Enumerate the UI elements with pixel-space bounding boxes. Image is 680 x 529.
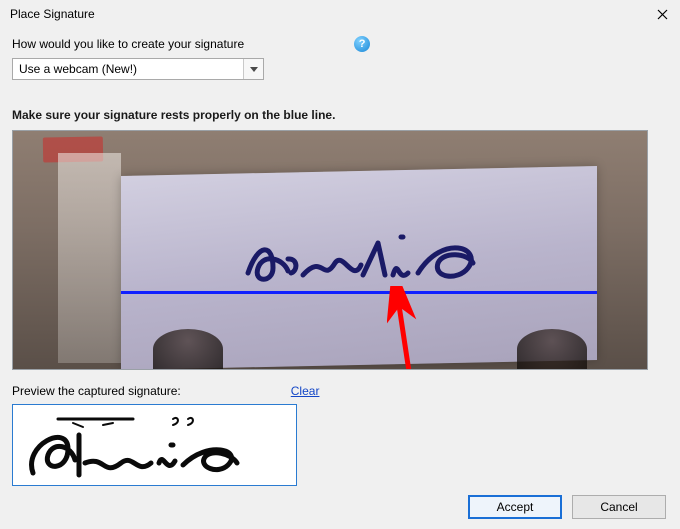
window-title: Place Signature <box>10 7 95 21</box>
cancel-button[interactable]: Cancel <box>572 495 666 519</box>
signature-preview-box <box>12 404 297 486</box>
hand-shadow <box>517 329 587 369</box>
help-icon[interactable]: ? <box>354 36 370 52</box>
dialog-buttons: Accept Cancel <box>468 495 666 519</box>
webcam-preview <box>12 130 648 370</box>
close-button[interactable] <box>652 4 672 24</box>
alignment-blue-line <box>121 291 597 294</box>
chevron-down-icon <box>243 59 263 79</box>
title-bar: Place Signature <box>0 0 680 28</box>
hand-shadow <box>153 329 223 369</box>
accept-button[interactable]: Accept <box>468 495 562 519</box>
signature-method-select[interactable]: Use a webcam (New!) <box>12 58 264 80</box>
background-glare <box>58 153 121 363</box>
preview-label: Preview the captured signature: <box>12 384 181 398</box>
close-icon <box>657 9 668 20</box>
instruction-text: Make sure your signature rests properly … <box>12 108 668 122</box>
create-method-label: How would you like to create your signat… <box>12 37 244 51</box>
select-value: Use a webcam (New!) <box>13 59 243 79</box>
captured-signature-image <box>13 405 298 487</box>
clear-link[interactable]: Clear <box>291 384 320 398</box>
